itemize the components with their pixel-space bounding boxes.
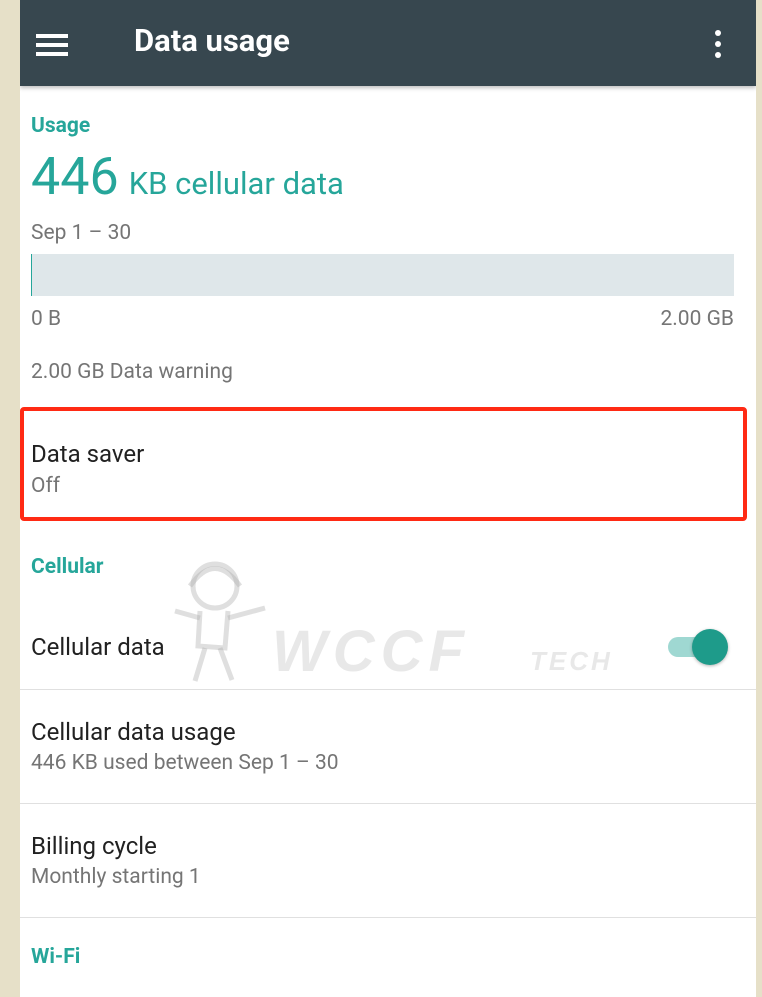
wifi-section-header: Wi-Fi: [31, 945, 81, 969]
app-bar: Data usage: [20, 0, 756, 86]
usage-unit-label: KB cellular data: [128, 165, 344, 202]
usage-amount: 446: [31, 146, 119, 207]
bar-min-label: 0 B: [31, 307, 62, 331]
cellular-data-title: Cellular data: [31, 633, 165, 661]
cellular-data-usage-title: Cellular data usage: [31, 718, 236, 746]
usage-summary: 446 KB cellular data: [31, 146, 344, 207]
page-title: Data usage: [134, 22, 290, 59]
toggle-thumb: [692, 629, 728, 665]
usage-progress-bar: [31, 254, 734, 296]
cellular-data-usage-item[interactable]: Cellular data usage 446 KB used between …: [20, 690, 756, 803]
data-saver-title: Data saver: [31, 440, 145, 468]
cellular-data-toggle[interactable]: [666, 625, 730, 669]
usage-section-header: Usage: [31, 114, 91, 138]
divider: [20, 917, 756, 918]
billing-cycle-item[interactable]: Billing cycle Monthly starting 1: [20, 804, 756, 917]
cellular-data-item[interactable]: Cellular data: [20, 605, 756, 689]
hamburger-menu-icon[interactable]: [34, 24, 74, 64]
data-warning-label: 2.00 GB Data warning: [31, 360, 233, 384]
data-saver-item[interactable]: Data saver Off: [20, 411, 743, 517]
usage-period: Sep 1 – 30: [31, 221, 132, 245]
more-vert-icon[interactable]: [706, 26, 730, 62]
screen: Data usage Usage 446 KB cellular data Sep…: [20, 0, 756, 997]
bar-max-label: 2.00 GB: [660, 307, 734, 331]
billing-cycle-title: Billing cycle: [31, 832, 157, 860]
billing-cycle-summary: Monthly starting 1: [31, 865, 201, 889]
data-saver-status: Off: [31, 474, 61, 498]
cellular-data-usage-summary: 446 KB used between Sep 1 – 30: [31, 751, 339, 775]
cellular-section-header: Cellular: [31, 555, 104, 579]
